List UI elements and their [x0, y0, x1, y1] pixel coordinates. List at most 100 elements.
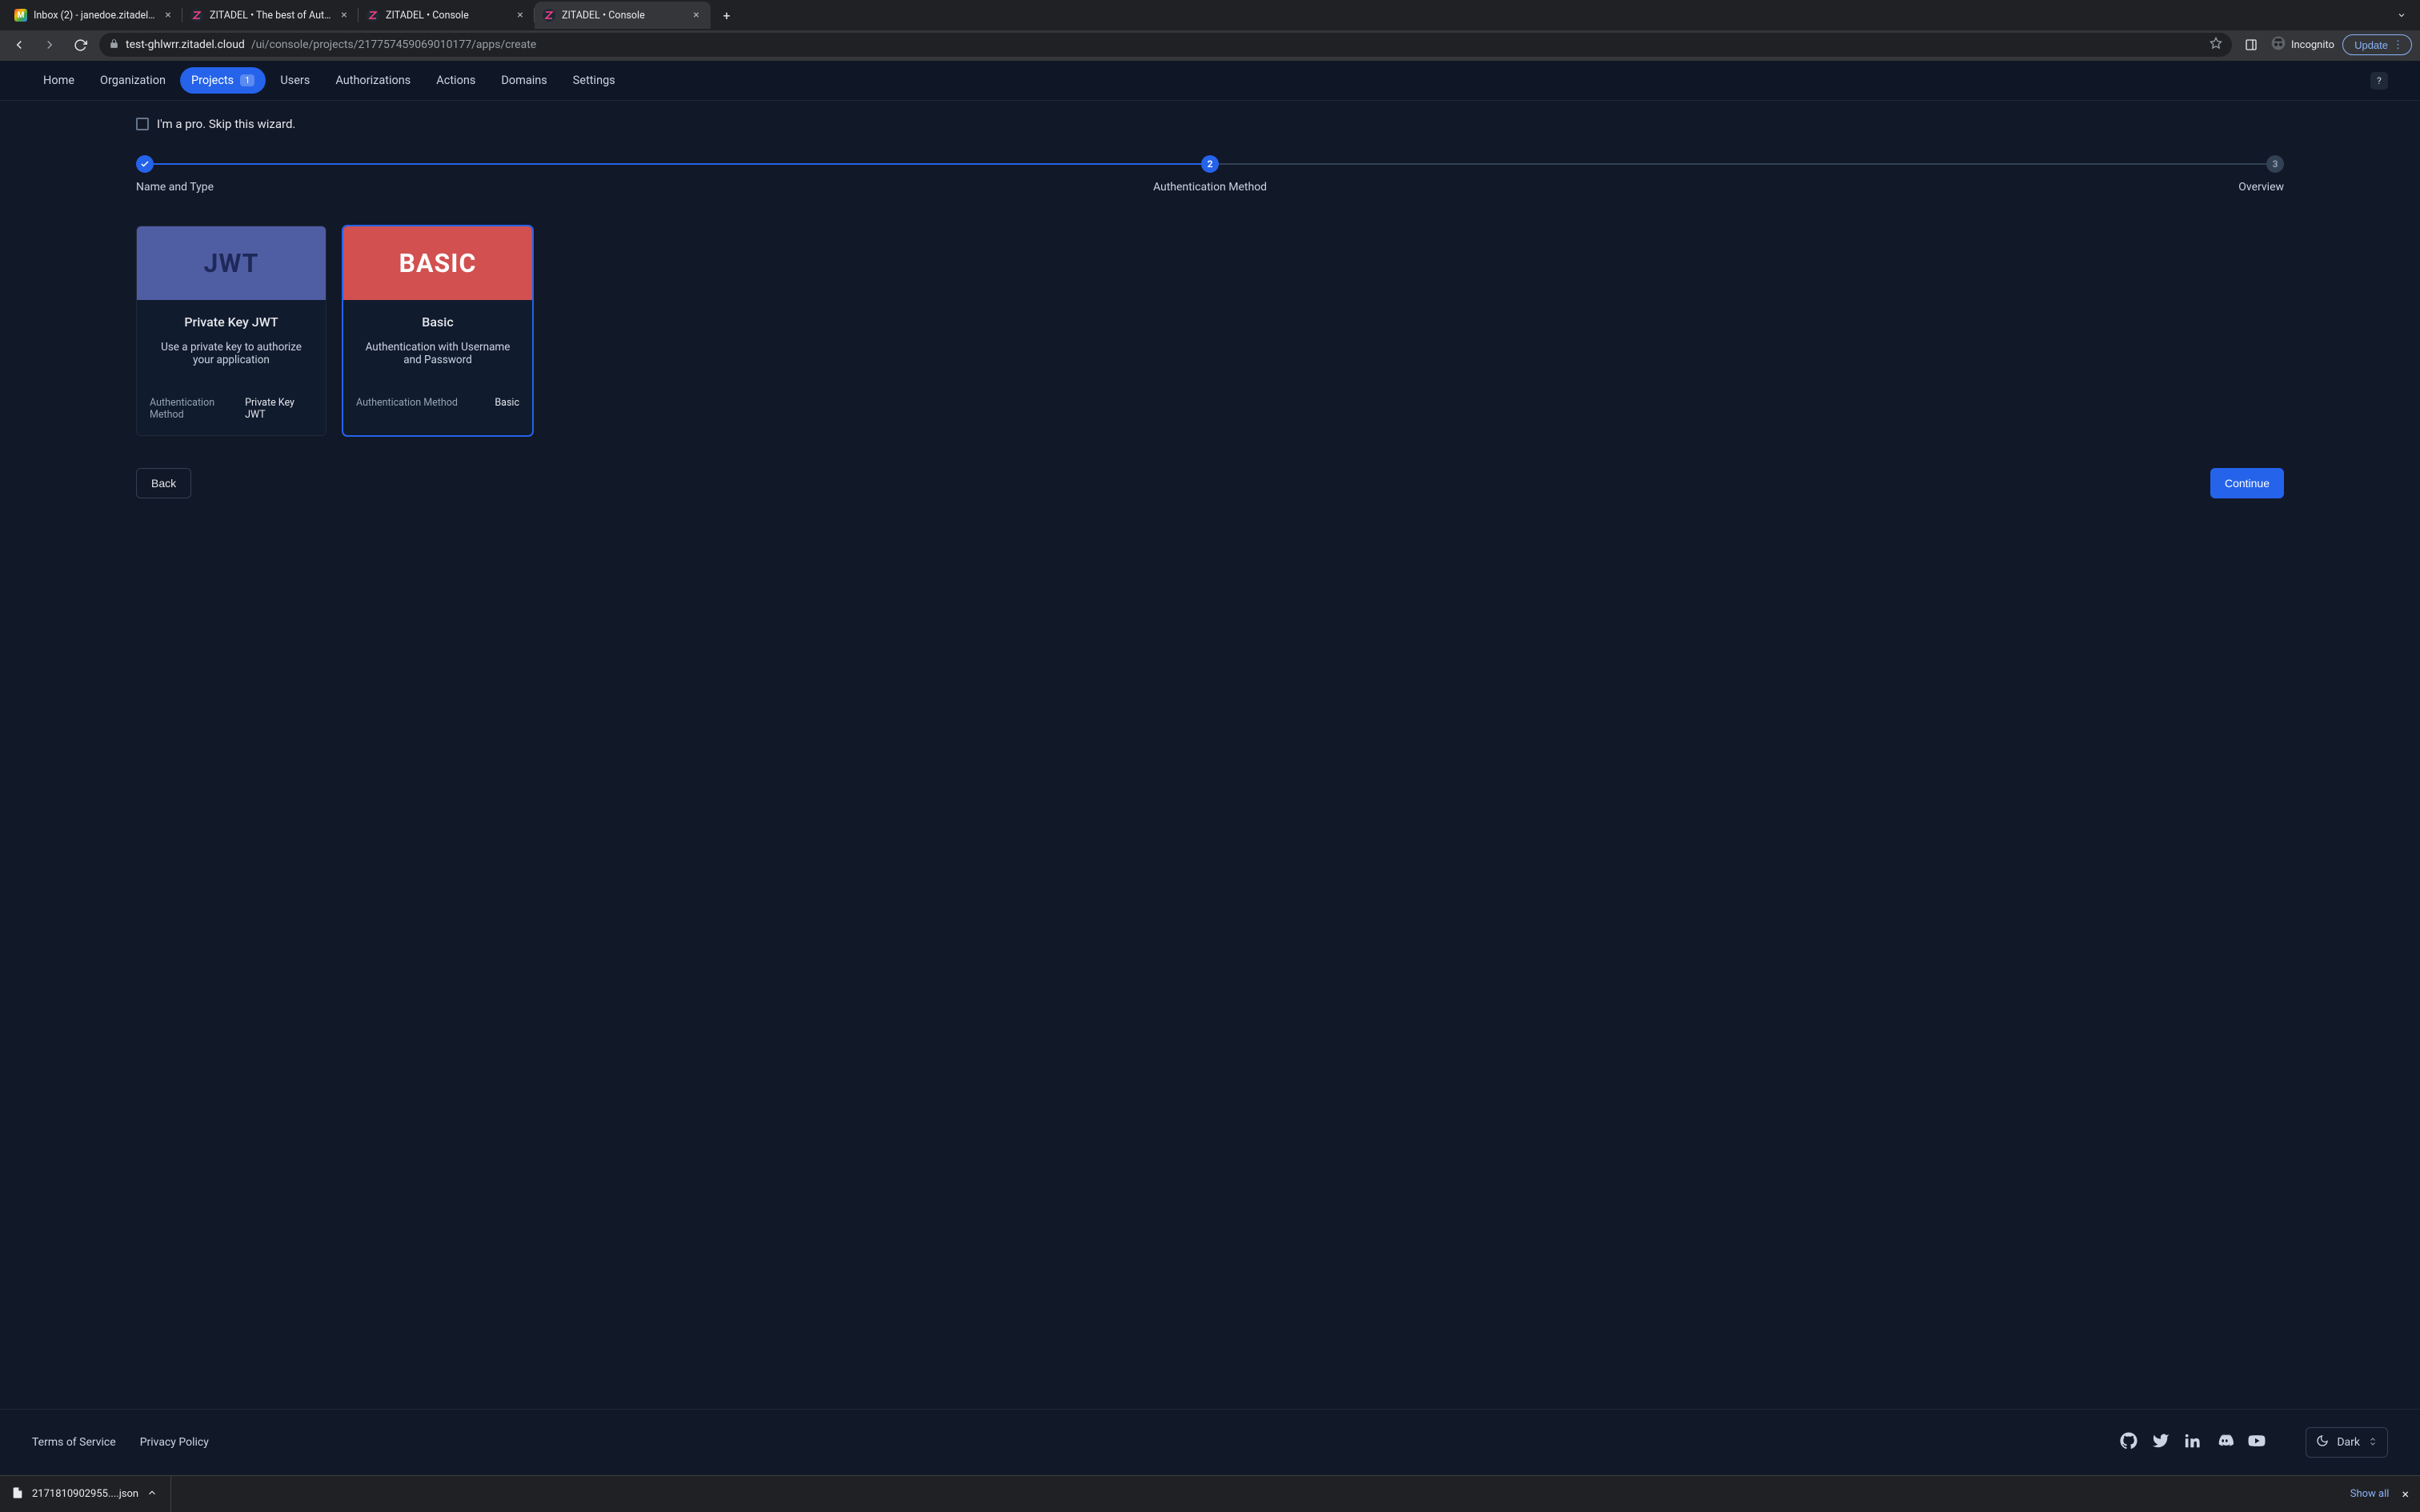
nav-actions[interactable]: Actions: [425, 67, 487, 94]
tab-title: ZITADEL • The best of Auth0 a: [210, 10, 331, 22]
incognito-label: Incognito: [2291, 39, 2334, 51]
nav-label: Settings: [573, 74, 615, 87]
reload-icon[interactable]: [69, 34, 91, 56]
card-meta-value: Private Key JWT: [245, 397, 313, 421]
close-icon[interactable]: ×: [2402, 1486, 2409, 1502]
nav-settings[interactable]: Settings: [562, 67, 627, 94]
skip-wizard-label: I'm a pro. Skip this wizard.: [157, 117, 295, 131]
back-button[interactable]: Back: [136, 468, 191, 498]
url-host: test-ghlwrr.zitadel.cloud: [126, 38, 245, 51]
theme-label: Dark: [2337, 1436, 2360, 1449]
step-2-indicator[interactable]: 2: [1201, 155, 1219, 173]
card-description: Use a private key to authorize your appl…: [150, 341, 313, 373]
step-line-1-2: [154, 163, 1201, 165]
incognito-badge[interactable]: Incognito: [2270, 35, 2334, 54]
zitadel-icon: [543, 9, 555, 22]
zitadel-icon: [367, 9, 379, 22]
continue-button[interactable]: Continue: [2210, 468, 2284, 498]
back-icon[interactable]: [8, 34, 30, 56]
update-label: Update: [2354, 39, 2388, 51]
footer-tos-link[interactable]: Terms of Service: [32, 1436, 116, 1449]
incognito-icon: [2270, 35, 2286, 54]
update-button[interactable]: Update ⋮: [2342, 34, 2412, 55]
nav-authorizations[interactable]: Authorizations: [324, 67, 422, 94]
tab-list-dropdown[interactable]: [2390, 10, 2414, 20]
close-icon[interactable]: ×: [514, 9, 527, 22]
card-meta-value: Basic: [495, 397, 519, 409]
nav-domains[interactable]: Domains: [490, 67, 558, 94]
address-bar: test-ghlwrr.zitadel.cloud/ui/console/pro…: [0, 30, 2420, 61]
button-label: Back: [151, 477, 176, 490]
help-button[interactable]: ?: [2370, 72, 2388, 90]
url-input[interactable]: test-ghlwrr.zitadel.cloud/ui/console/pro…: [99, 33, 2232, 57]
tab-title: Inbox (2) - janedoe.zitadel@gm: [34, 10, 155, 22]
github-icon[interactable]: [2120, 1432, 2138, 1453]
gmail-icon: [14, 9, 27, 22]
file-icon: [11, 1486, 24, 1502]
card-private-key-jwt[interactable]: JWT Private Key JWT Use a private key to…: [136, 226, 327, 436]
projects-count-badge: 1: [240, 74, 254, 86]
auth-method-cards: JWT Private Key JWT Use a private key to…: [136, 226, 2372, 436]
nav-label: Authorizations: [335, 74, 411, 87]
nav-users[interactable]: Users: [269, 67, 321, 94]
chevron-up-down-icon: [2368, 1436, 2378, 1450]
bookmark-icon[interactable]: [2210, 37, 2222, 53]
nav-organization[interactable]: Organization: [89, 67, 177, 94]
browser-tab-2[interactable]: ZITADEL • Console ×: [359, 2, 535, 29]
skip-wizard-checkbox[interactable]: [136, 118, 149, 130]
link-label: Show all: [2350, 1488, 2390, 1500]
step-3-indicator[interactable]: 3: [2266, 155, 2284, 173]
download-item[interactable]: 2171810902955....json: [11, 1476, 171, 1512]
discord-icon[interactable]: [2216, 1432, 2234, 1453]
browser-chrome: Inbox (2) - janedoe.zitadel@gm × ZITADEL…: [0, 0, 2420, 61]
card-title: Basic: [356, 314, 519, 330]
step-3-label: Overview: [1568, 181, 2284, 194]
new-tab-button[interactable]: +: [715, 4, 738, 26]
browser-tab-0[interactable]: Inbox (2) - janedoe.zitadel@gm ×: [6, 2, 182, 29]
youtube-icon[interactable]: [2248, 1432, 2266, 1453]
step-number: 2: [1208, 158, 1213, 170]
link-label: Privacy Policy: [140, 1436, 209, 1449]
app-top-nav: Home Organization Projects 1 Users Autho…: [0, 61, 2420, 101]
close-icon[interactable]: ×: [162, 9, 174, 22]
browser-tab-1[interactable]: ZITADEL • The best of Auth0 a ×: [182, 2, 359, 29]
nav-label: Home: [43, 74, 74, 87]
tab-title: ZITADEL • Console: [562, 10, 683, 22]
card-basic[interactable]: BASIC Basic Authentication with Username…: [343, 226, 533, 436]
app-footer: Terms of Service Privacy Policy Dark: [0, 1409, 2420, 1475]
card-header: JWT: [137, 226, 326, 300]
footer-privacy-link[interactable]: Privacy Policy: [140, 1436, 209, 1449]
help-icon: ?: [2377, 75, 2382, 86]
theme-select[interactable]: Dark: [2306, 1427, 2388, 1458]
download-filename: 2171810902955....json: [32, 1488, 138, 1500]
twitter-icon[interactable]: [2152, 1432, 2170, 1453]
step-number: 3: [2273, 158, 2278, 170]
nav-label: Organization: [100, 74, 166, 87]
footer-socials: [2120, 1432, 2266, 1453]
nav-label: Users: [280, 74, 310, 87]
show-all-downloads[interactable]: Show all: [2350, 1488, 2390, 1500]
close-icon[interactable]: ×: [690, 9, 703, 22]
step-2-label: Authentication Method: [852, 181, 1569, 194]
close-icon[interactable]: ×: [338, 9, 351, 22]
nav-projects[interactable]: Projects 1: [180, 67, 266, 94]
wizard-page: I'm a pro. Skip this wizard. 2 3 Name an…: [0, 101, 2420, 1409]
skip-wizard-row[interactable]: I'm a pro. Skip this wizard.: [136, 117, 2372, 131]
card-title: Private Key JWT: [150, 314, 313, 330]
browser-tab-3[interactable]: ZITADEL • Console ×: [535, 2, 711, 29]
forward-icon: [38, 34, 61, 56]
moon-icon: [2316, 1434, 2329, 1450]
nav-home[interactable]: Home: [32, 67, 86, 94]
linkedin-icon[interactable]: [2184, 1432, 2202, 1453]
panel-icon[interactable]: [2240, 34, 2262, 56]
check-icon: [140, 159, 150, 169]
stepper: 2 3 Name and Type Authentication Method …: [136, 155, 2284, 194]
nav-label: Projects: [191, 74, 234, 87]
lock-icon: [109, 38, 119, 51]
wizard-actions: Back Continue: [136, 468, 2284, 498]
step-1-label: Name and Type: [136, 181, 852, 194]
chevron-up-icon[interactable]: [146, 1487, 158, 1502]
card-meta-key: Authentication Method: [150, 397, 245, 421]
step-line-2-3: [1219, 163, 2266, 165]
step-1-indicator[interactable]: [136, 155, 154, 173]
